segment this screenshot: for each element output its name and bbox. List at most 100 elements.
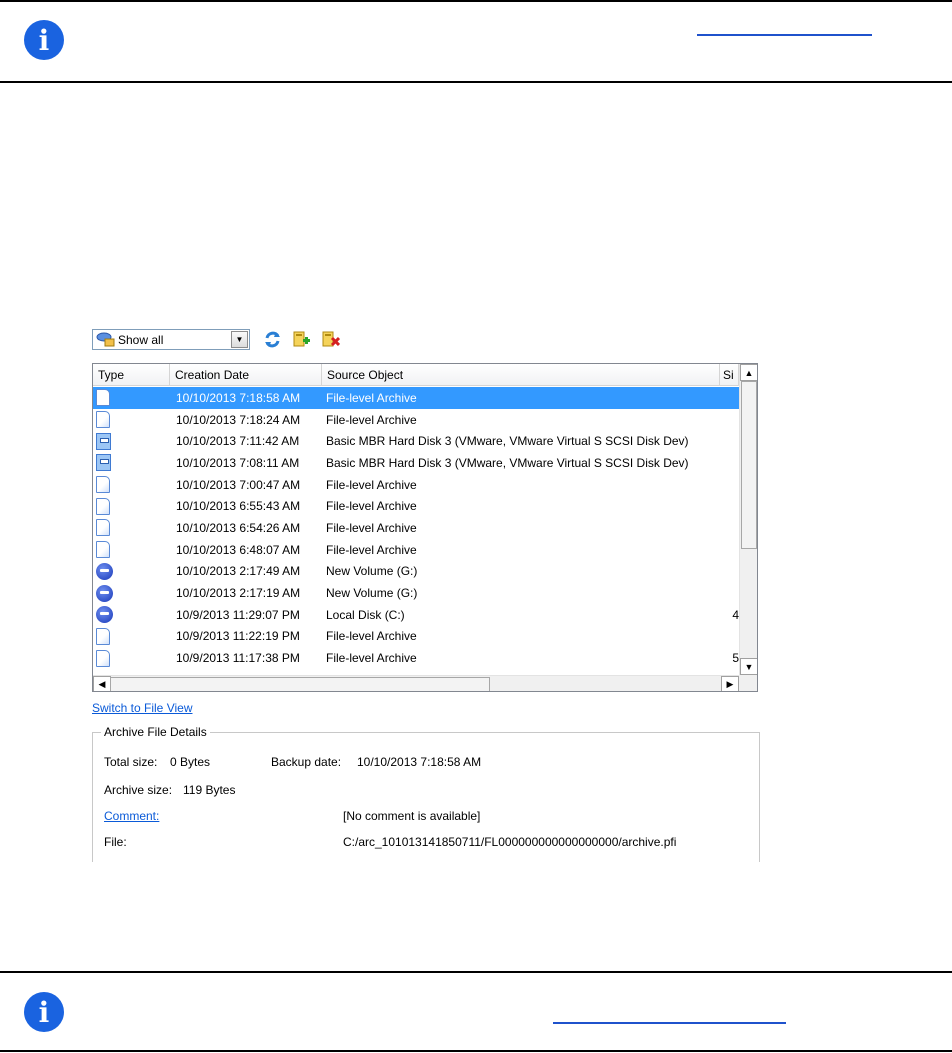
- file-icon: [96, 519, 110, 537]
- type-cell: [93, 387, 169, 409]
- type-cell: [93, 474, 169, 496]
- backup-date-value: 10/10/2013 7:18:58 AM: [357, 755, 482, 769]
- table-row[interactable]: 10/9/2013 11:17:38 PM File-level Archive 5: [93, 647, 739, 669]
- comment-value: [No comment is available]: [343, 809, 481, 823]
- table-row[interactable]: 10/10/2013 6:55:43 AM File-level Archive: [93, 495, 739, 517]
- file-label: File:: [104, 835, 127, 849]
- creation-date-cell: 10/10/2013 6:55:43 AM: [176, 499, 301, 514]
- file-icon: [96, 389, 110, 407]
- comment-link[interactable]: Comment:: [104, 809, 159, 823]
- table-row[interactable]: 10/10/2013 7:00:47 AM File-level Archive: [93, 474, 739, 496]
- top-rule: [0, 0, 952, 2]
- source-object-cell: File-level Archive: [326, 520, 417, 535]
- file-icon: [96, 476, 110, 494]
- column-header-creation-date[interactable]: Creation Date: [170, 364, 322, 386]
- banner-link[interactable]: [553, 1022, 786, 1024]
- size-cell: 4: [732, 607, 739, 622]
- archive-size-label: Archive size:: [104, 783, 173, 797]
- volume-icon: [96, 562, 113, 580]
- table-row[interactable]: 10/10/2013 7:11:42 AM Basic MBR Hard Disk…: [93, 430, 739, 452]
- horizontal-scrollbar[interactable]: ◀ ▶: [93, 675, 739, 691]
- file-icon: [96, 627, 110, 645]
- source-object-cell: File-level Archive: [326, 499, 417, 514]
- scroll-left-icon[interactable]: ◀: [93, 676, 111, 691]
- source-object-cell: Basic MBR Hard Disk 3 (VMware, VMware Vi…: [326, 434, 689, 449]
- type-cell: [93, 626, 169, 648]
- file-icon: [96, 649, 110, 667]
- banner-link[interactable]: [697, 34, 872, 36]
- scroll-right-icon[interactable]: ▶: [721, 676, 739, 691]
- vertical-scrollbar[interactable]: ▲ ▼: [739, 364, 757, 675]
- filter-icon: [96, 331, 116, 348]
- archive-list[interactable]: Type Creation Date Source Object Si 10/1…: [92, 363, 758, 692]
- horizontal-scroll-thumb[interactable]: [110, 677, 490, 691]
- source-object-cell: Basic MBR Hard Disk 3 (VMware, VMware Vi…: [326, 455, 689, 470]
- source-object-cell: New Volume (G:): [326, 564, 418, 579]
- total-size-value: 0 Bytes: [170, 755, 211, 769]
- scrollbar-corner: [739, 675, 757, 691]
- list-header: Type Creation Date Source Object Si: [93, 364, 739, 386]
- creation-date-cell: 10/10/2013 6:48:07 AM: [176, 542, 301, 557]
- archive-size-value: 119 Bytes: [183, 783, 236, 797]
- source-object-cell: File-level Archive: [326, 477, 417, 492]
- column-header-source-object[interactable]: Source Object: [322, 364, 720, 386]
- table-row[interactable]: 10/9/2013 11:29:07 PM Local Disk (C:) 4: [93, 604, 739, 626]
- backup-date-label: Backup date:: [271, 755, 342, 769]
- creation-date-cell: 10/10/2013 7:00:47 AM: [176, 477, 301, 492]
- type-cell: [93, 561, 169, 583]
- disk-icon: [96, 432, 111, 450]
- info-icon: i: [24, 992, 64, 1032]
- source-object-cell: File-level Archive: [326, 651, 417, 666]
- creation-date-cell: 10/10/2013 7:08:11 AM: [176, 455, 300, 470]
- creation-date-cell: 10/10/2013 6:54:26 AM: [176, 520, 301, 535]
- archive-file-details: Archive File Details Total size: 0 Bytes…: [92, 725, 760, 862]
- delete-archive-icon[interactable]: [321, 330, 340, 349]
- total-size-label: Total size:: [104, 755, 158, 769]
- volume-icon: [96, 584, 113, 602]
- info-icon: i: [24, 20, 64, 60]
- creation-date-cell: 10/10/2013 2:17:19 AM: [176, 586, 301, 601]
- source-object-cell: New Volume (G:): [326, 586, 418, 601]
- type-cell: [93, 582, 169, 604]
- table-row[interactable]: 10/9/2013 11:22:19 PM File-level Archive: [93, 626, 739, 648]
- type-cell: [93, 409, 169, 431]
- type-cell: [93, 517, 169, 539]
- chevron-down-icon[interactable]: ▼: [231, 331, 248, 348]
- refresh-icon[interactable]: [263, 330, 282, 349]
- column-header-creation-date-label: Creation Date: [175, 368, 250, 382]
- table-row[interactable]: 10/10/2013 6:54:26 AM File-level Archive: [93, 517, 739, 539]
- bottom-rule: [0, 1050, 952, 1052]
- details-legend: Archive File Details: [101, 725, 210, 739]
- column-header-type[interactable]: Type: [93, 364, 170, 386]
- table-row[interactable]: 10/10/2013 2:17:19 AM New Volume (G:): [93, 582, 739, 604]
- table-row[interactable]: 10/10/2013 6:48:07 AM File-level Archive: [93, 539, 739, 561]
- add-archive-icon[interactable]: [292, 330, 311, 349]
- source-object-cell: File-level Archive: [326, 412, 417, 427]
- banner-bottom-rule: [0, 81, 952, 83]
- table-row[interactable]: 10/10/2013 7:18:24 AM File-level Archive: [93, 409, 739, 431]
- type-cell: [93, 495, 169, 517]
- file-path-value: C:/arc_101013141850711/FL000000000000000…: [343, 835, 677, 849]
- type-cell: [93, 539, 169, 561]
- column-header-size[interactable]: Si: [720, 364, 739, 386]
- scroll-down-icon[interactable]: ▼: [740, 658, 757, 675]
- show-filter-combo[interactable]: Show all ▼: [92, 329, 250, 350]
- vertical-scroll-thumb[interactable]: [741, 381, 757, 549]
- source-object-cell: Local Disk (C:): [326, 607, 405, 622]
- source-object-cell: File-level Archive: [326, 542, 417, 557]
- type-cell: [93, 430, 169, 452]
- table-row[interactable]: 10/10/2013 7:08:11 AM Basic MBR Hard Disk…: [93, 452, 739, 474]
- file-icon: [96, 411, 110, 429]
- switch-to-file-view-link[interactable]: Switch to File View: [92, 701, 192, 715]
- creation-date-cell: 10/9/2013 11:22:19 PM: [176, 629, 300, 644]
- table-row[interactable]: 10/10/2013 2:17:49 AM New Volume (G:): [93, 561, 739, 583]
- bottom-banner-top-rule: [0, 971, 952, 973]
- source-object-cell: File-level Archive: [326, 629, 417, 644]
- type-cell: [93, 647, 169, 669]
- table-row[interactable]: 10/10/2013 7:18:58 AM File-level Archive: [93, 387, 739, 409]
- scroll-up-icon[interactable]: ▲: [740, 364, 757, 381]
- type-cell: [93, 604, 169, 626]
- creation-date-cell: 10/10/2013 7:18:58 AM: [176, 390, 301, 405]
- creation-date-cell: 10/10/2013 7:18:24 AM: [176, 412, 301, 427]
- size-cell: 5: [732, 651, 739, 666]
